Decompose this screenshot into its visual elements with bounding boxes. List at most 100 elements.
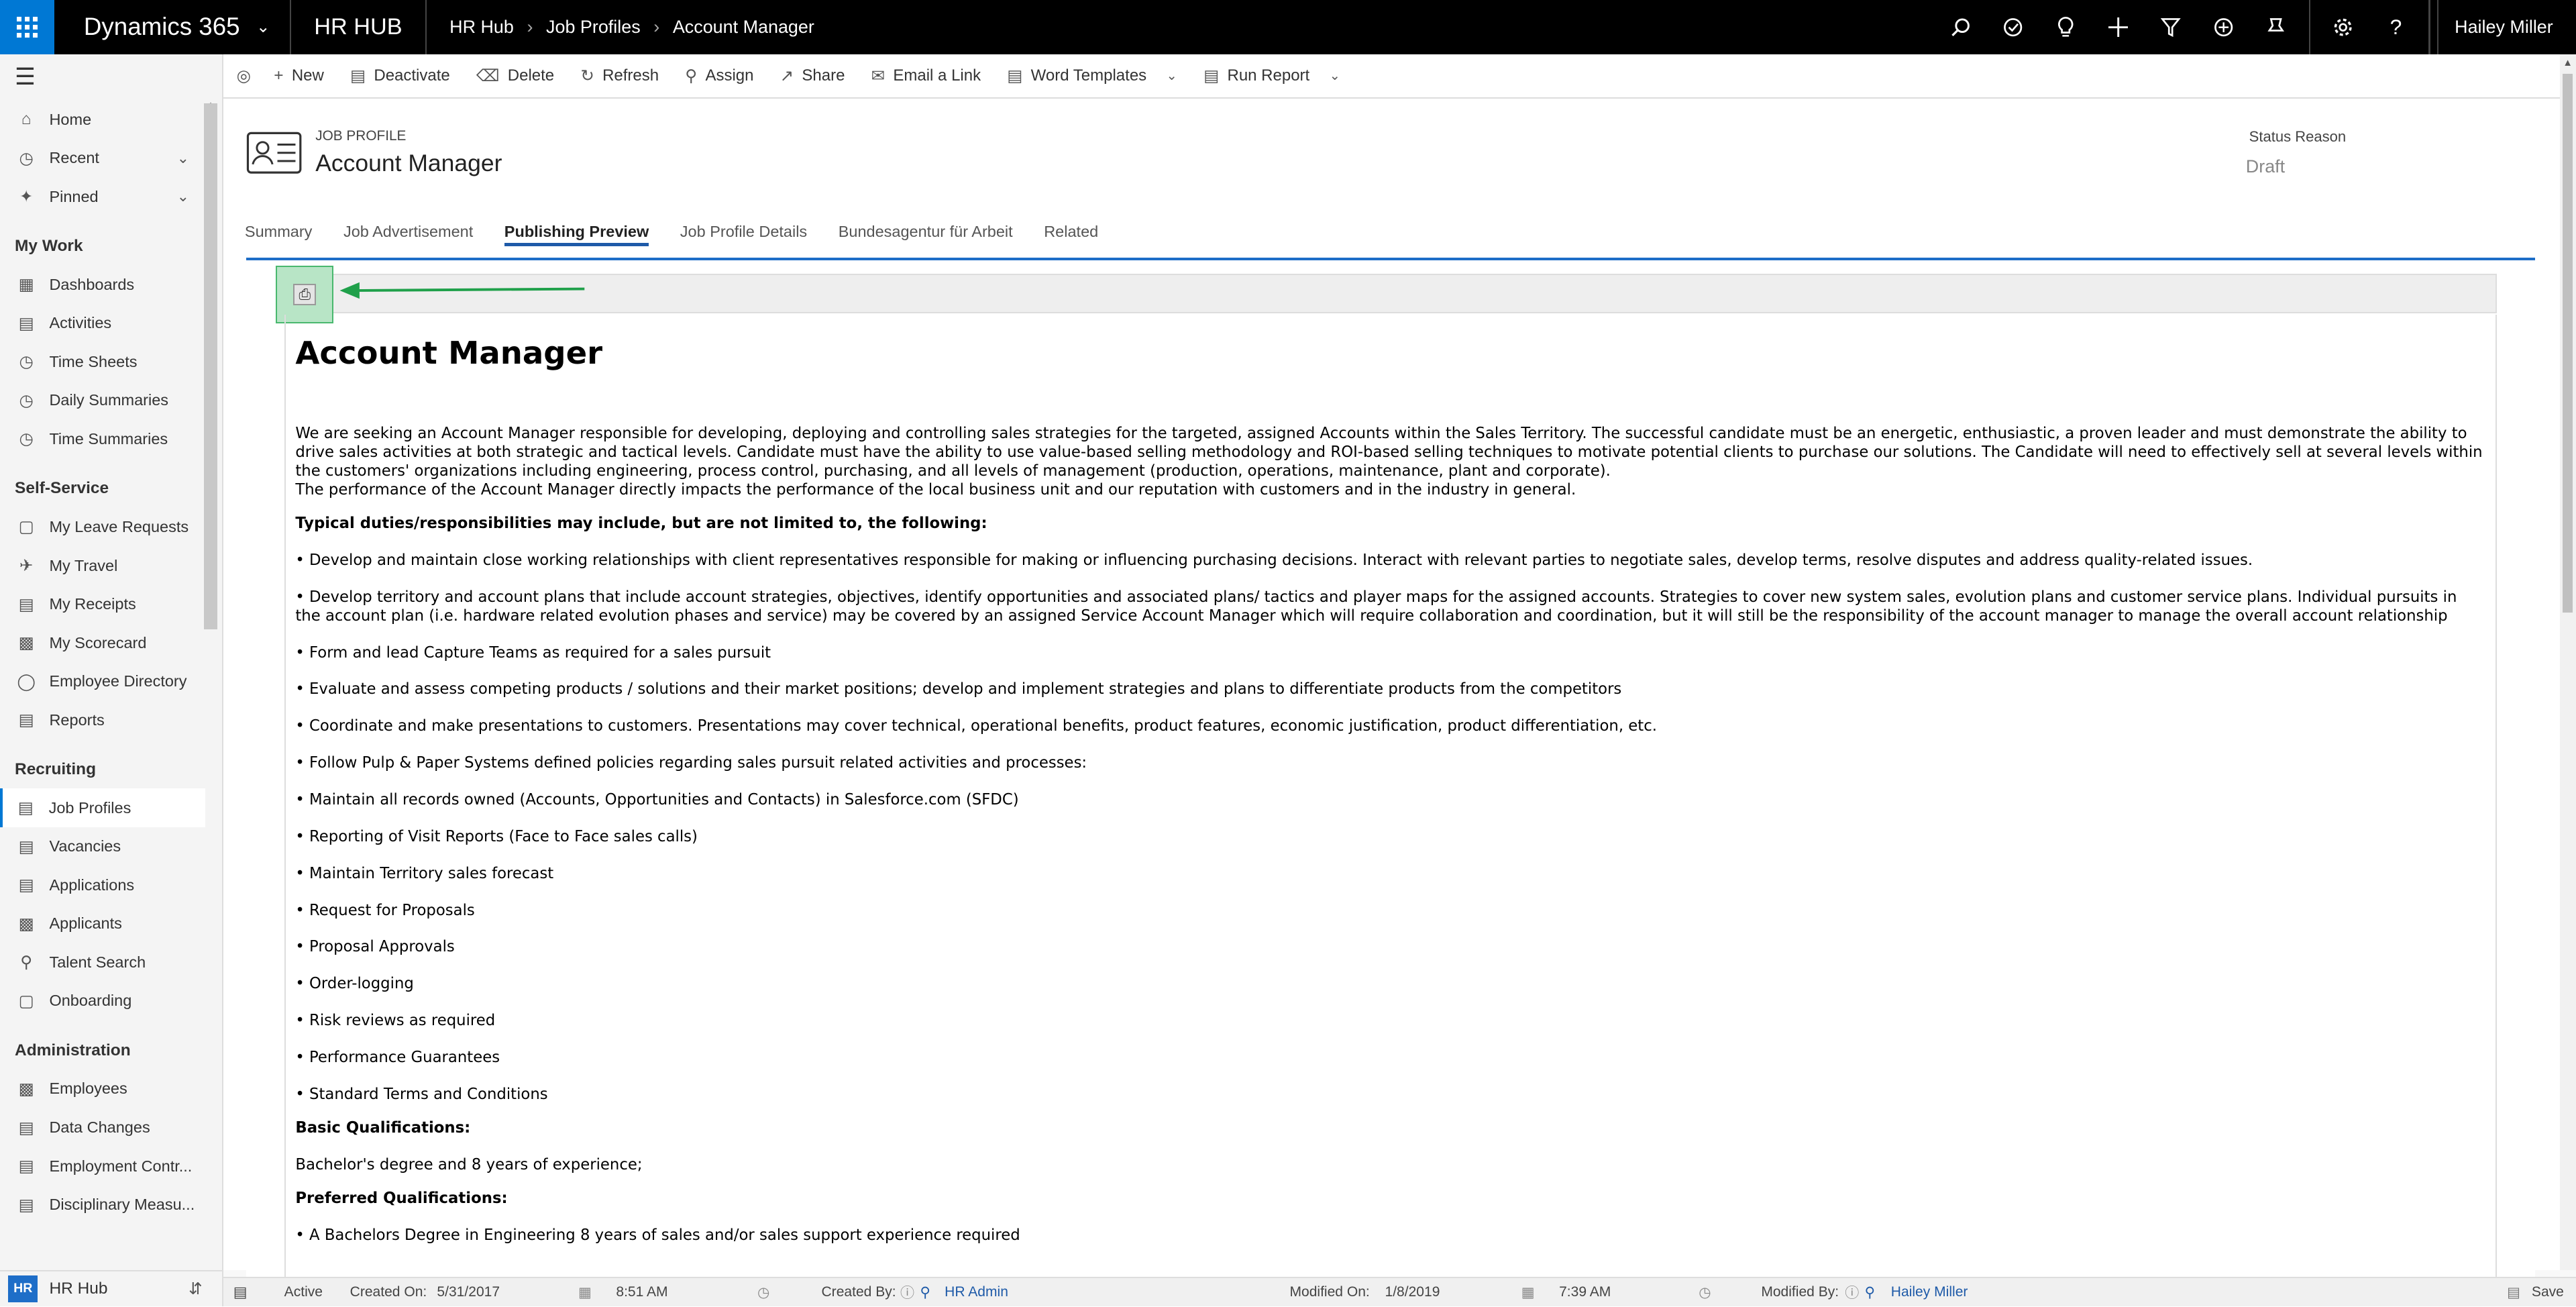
created-by-link[interactable]: HR Admin bbox=[945, 1284, 1008, 1300]
chevron-down-icon: ⌄ bbox=[1166, 68, 1177, 83]
duty-item: • Maintain Territory sales forecast bbox=[295, 864, 554, 882]
save-icon: ▤ bbox=[2507, 1284, 2521, 1300]
sidebar-item-time-sheets[interactable]: ◷ Time Sheets bbox=[0, 343, 222, 382]
gear-icon[interactable] bbox=[2317, 0, 2369, 54]
add-circle-icon[interactable] bbox=[2197, 0, 2249, 54]
clock-icon: ◷ bbox=[757, 1284, 770, 1300]
new-button[interactable]: + New bbox=[274, 66, 324, 85]
sidebar-item-employment-contracts[interactable]: ▤ Employment Contr... bbox=[0, 1147, 222, 1186]
popout-icon[interactable]: ▤ bbox=[233, 1284, 248, 1301]
sidebar-item-vacancies[interactable]: ▤ Vacancies bbox=[0, 827, 222, 866]
word-templates-button[interactable]: ▤ Word Templates ⌄ bbox=[1007, 66, 1177, 86]
sidebar-group-self-service: Self-Service bbox=[15, 479, 109, 497]
bookmark-icon[interactable] bbox=[2250, 0, 2302, 54]
user-name[interactable]: Hailey Miller bbox=[2436, 0, 2576, 54]
help-icon[interactable]: ? bbox=[2369, 0, 2422, 54]
lightbulb-icon[interactable] bbox=[2039, 0, 2092, 54]
app-title[interactable]: HR HUB bbox=[291, 0, 427, 54]
basic-qualifications-heading: Basic Qualifications: bbox=[295, 1118, 471, 1137]
sidebar-item-label: My Scorecard bbox=[49, 633, 147, 651]
sidebar-item-my-leave-requests[interactable]: ▢ My Leave Requests bbox=[0, 508, 222, 547]
user-icon: ⚲ bbox=[1864, 1284, 1876, 1300]
sidebar-item-onboarding[interactable]: ▢ Onboarding bbox=[0, 982, 222, 1021]
applicant-icon: ▩ bbox=[18, 914, 34, 933]
back-circle-icon[interactable]: ◎ bbox=[237, 66, 251, 86]
summary-icon: ◷ bbox=[19, 430, 34, 449]
page-scrollbar[interactable]: ▲ bbox=[2559, 54, 2576, 1271]
refresh-button[interactable]: ↻ Refresh bbox=[580, 66, 659, 86]
sidebar-item-data-changes[interactable]: ▤ Data Changes bbox=[0, 1108, 222, 1147]
preview-title: Account Manager bbox=[295, 334, 603, 371]
area-switcher[interactable]: HR HR Hub ⇵ bbox=[0, 1270, 224, 1306]
sidebar-item-time-summaries[interactable]: ◷ Time Summaries bbox=[0, 420, 222, 459]
breadcrumb-job-profiles[interactable]: Job Profiles bbox=[546, 17, 641, 38]
created-on-date: 5/31/2017 bbox=[437, 1284, 500, 1300]
sidebar-item-label: Recent bbox=[49, 149, 99, 167]
brand-switcher[interactable]: Dynamics 365 ⌄ bbox=[54, 0, 291, 54]
sidebar-item-employee-directory[interactable]: ◯ Employee Directory bbox=[0, 662, 222, 701]
scrollbar-thumb[interactable] bbox=[2563, 74, 2573, 613]
disciplinary-icon: ▤ bbox=[18, 1196, 34, 1214]
run-report-button[interactable]: ▤ Run Report ⌄ bbox=[1203, 66, 1340, 86]
tab-related[interactable]: Related bbox=[1044, 207, 1098, 256]
deactivate-button[interactable]: ▤ Deactivate bbox=[350, 66, 450, 86]
document-icon: ▤ bbox=[18, 876, 34, 895]
sidebar-item-employees[interactable]: ▩ Employees bbox=[0, 1069, 222, 1108]
assign-button[interactable]: ⚲ Assign bbox=[685, 66, 753, 86]
chevron-down-icon[interactable]: ⌄ bbox=[177, 150, 189, 167]
tab-job-profile-details[interactable]: Job Profile Details bbox=[680, 207, 807, 256]
sidebar-item-disciplinary-measures[interactable]: ▤ Disciplinary Measu... bbox=[0, 1186, 222, 1224]
sidebar-item-home[interactable]: ⌂ Home bbox=[0, 100, 222, 139]
sidebar-item-label: Activities bbox=[49, 314, 112, 332]
onboarding-icon: ▢ bbox=[18, 992, 34, 1010]
sidebar-item-my-travel[interactable]: ✈ My Travel bbox=[0, 546, 222, 585]
job-profile-entity-icon bbox=[246, 128, 302, 177]
sidebar-item-dashboards[interactable]: ▦ Dashboards bbox=[0, 265, 222, 304]
save-button[interactable]: Save bbox=[2532, 1284, 2564, 1300]
sidebar-item-label: Pinned bbox=[49, 187, 99, 205]
sidebar-item-pinned[interactable]: ✦ Pinned ⌄ bbox=[0, 177, 222, 216]
tab-summary[interactable]: Summary bbox=[245, 207, 313, 256]
filter-icon[interactable] bbox=[2145, 0, 2197, 54]
status-reason-value[interactable]: Draft bbox=[2246, 156, 2285, 177]
sitemap-sidebar: ▲ ☰ ⌂Home ◷Recent⌄ ✦Pinned⌄ My Work ▦Das… bbox=[0, 54, 224, 1271]
sidebar-item-my-scorecard[interactable]: ▩ My Scorecard bbox=[0, 623, 222, 662]
sidebar-item-reports[interactable]: ▤ Reports bbox=[0, 700, 222, 739]
airplane-icon: ✈ bbox=[19, 557, 34, 575]
clock-icon: ◷ bbox=[19, 149, 34, 168]
tab-publishing-preview[interactable]: Publishing Preview bbox=[504, 207, 649, 256]
record-title: Account Manager bbox=[315, 149, 502, 176]
task-icon[interactable] bbox=[1987, 0, 2039, 54]
delete-button[interactable]: ⌫ Delete bbox=[476, 66, 554, 86]
sidebar-item-activities[interactable]: ▤ Activities bbox=[0, 304, 222, 343]
status-reason-label: Status Reason bbox=[2249, 128, 2347, 146]
email-link-button[interactable]: ✉ Email a Link bbox=[871, 66, 981, 86]
modified-on-time: 7:39 AM bbox=[1559, 1284, 1611, 1300]
modified-by-link[interactable]: Hailey Miller bbox=[1891, 1284, 1968, 1300]
tab-bundesagentur[interactable]: Bundesagentur für Arbeit bbox=[839, 207, 1013, 256]
command-label: Assign bbox=[705, 66, 754, 85]
sidebar-item-my-receipts[interactable]: ▤ My Receipts bbox=[0, 585, 222, 624]
sidebar-item-label: My Receipts bbox=[49, 595, 136, 613]
sidebar-item-recent[interactable]: ◷ Recent ⌄ bbox=[0, 139, 222, 178]
clock-icon: ◷ bbox=[1699, 1284, 1711, 1300]
share-button[interactable]: ↗ Share bbox=[780, 66, 845, 86]
receipt-icon: ▤ bbox=[18, 595, 34, 614]
sidebar-item-applications[interactable]: ▤ Applications bbox=[0, 866, 222, 905]
sidebar-item-job-profiles[interactable]: ▤ Job Profiles bbox=[0, 788, 206, 827]
tab-job-advertisement[interactable]: Job Advertisement bbox=[343, 207, 473, 256]
breadcrumb-hr-hub[interactable]: HR Hub bbox=[449, 17, 514, 38]
sidebar-item-talent-search[interactable]: ⚲ Talent Search bbox=[0, 943, 222, 982]
hamburger-menu-icon[interactable]: ☰ bbox=[0, 54, 222, 101]
chevron-down-icon[interactable]: ⌄ bbox=[177, 188, 189, 205]
app-launcher-button[interactable] bbox=[0, 0, 54, 54]
sidebar-item-applicants[interactable]: ▩ Applicants bbox=[0, 904, 222, 943]
entity-type-label: JOB PROFILE bbox=[315, 128, 407, 144]
sidebar-item-daily-summaries[interactable]: ◷ Daily Summaries bbox=[0, 381, 222, 420]
plus-icon[interactable] bbox=[2092, 0, 2145, 54]
intro-paragraph: We are seeking an Account Manager respon… bbox=[295, 425, 2483, 480]
scroll-up-icon[interactable]: ▲ bbox=[2563, 58, 2573, 68]
data-change-icon: ▤ bbox=[18, 1118, 34, 1137]
search-icon[interactable] bbox=[1934, 0, 1986, 54]
modified-by-label: Modified By: bbox=[1761, 1284, 1839, 1300]
